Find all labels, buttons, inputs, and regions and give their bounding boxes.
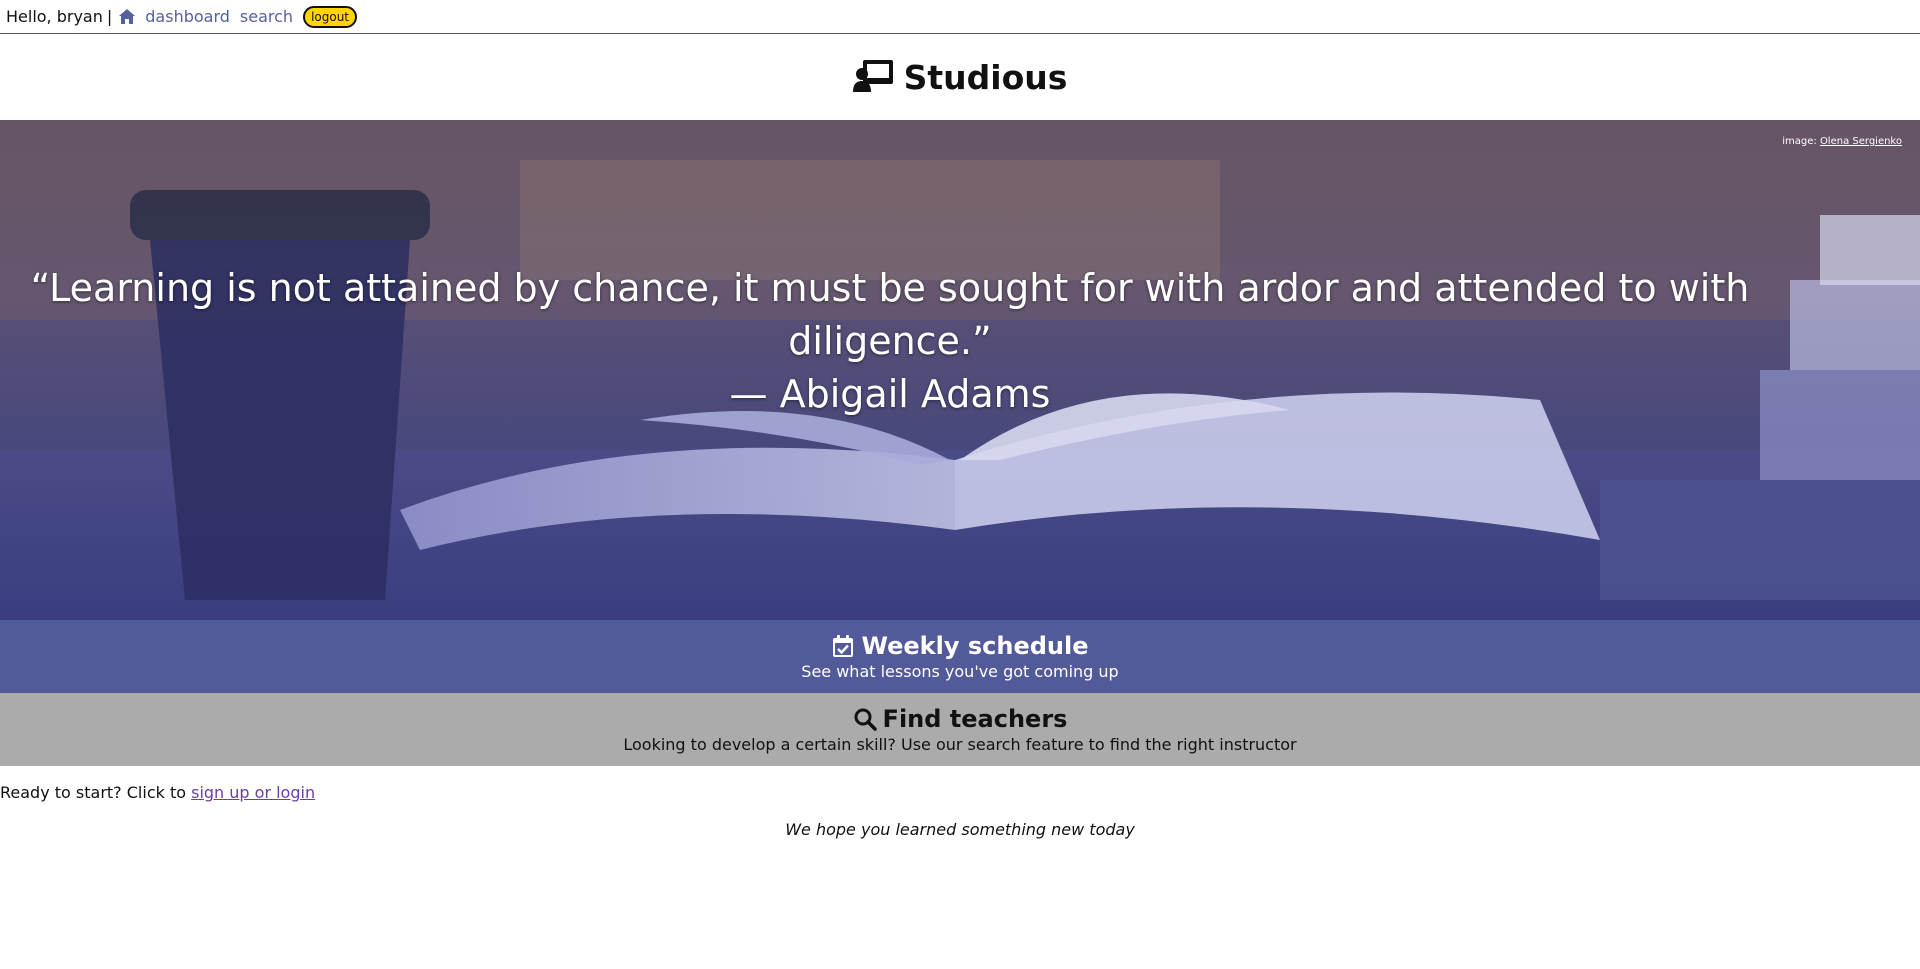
logout-button[interactable]: logout [303, 5, 358, 28]
signup-login-link[interactable]: sign up or login [191, 783, 315, 802]
weekly-schedule-heading: Weekly schedule [0, 631, 1920, 661]
calendar-check-icon [833, 635, 854, 657]
credit-prefix: image: [1782, 136, 1817, 147]
image-credit: image: Olena Sergienko [1782, 136, 1902, 147]
home-icon[interactable] [118, 8, 136, 25]
search-link[interactable]: search [240, 7, 293, 26]
nav-separator: | [106, 7, 113, 26]
credit-link[interactable]: Olena Sergienko [1820, 136, 1902, 147]
quote-author: — Abigail Adams [729, 372, 1051, 416]
search-icon [854, 708, 877, 731]
brand-header: Studious [0, 58, 1920, 97]
ready-text: Ready to start? Click to [0, 783, 192, 802]
find-teachers-card[interactable]: Find teachers Looking to develop a certa… [0, 693, 1920, 766]
quote-text: “Learning is not attained by chance, it … [30, 266, 1750, 363]
schedule-subtitle: See what lessons you've got coming up [801, 662, 1119, 681]
site-title[interactable]: Studious [904, 58, 1068, 97]
closing-message: We hope you learned something new today [785, 820, 1135, 839]
teachers-title: Find teachers [882, 705, 1068, 733]
teachers-subtitle: Looking to develop a certain skill? Use … [623, 735, 1297, 754]
find-teachers-heading: Find teachers [0, 704, 1920, 734]
dashboard-link[interactable]: dashboard [145, 7, 230, 26]
schedule-title: Weekly schedule [861, 632, 1089, 660]
top-nav: Hello, bryan | dashboard search logout [0, 0, 1920, 34]
weekly-schedule-card[interactable]: Weekly schedule See what lessons you've … [0, 620, 1920, 693]
teacher-board-icon [852, 59, 904, 97]
greeting-text: Hello, bryan [6, 7, 103, 26]
hero-quote: “Learning is not attained by chance, it … [0, 262, 1780, 421]
hero-banner: image: Olena Sergienko “Learning is not … [0, 120, 1920, 620]
ready-prompt: Ready to start? Click to sign up or logi… [0, 783, 315, 802]
